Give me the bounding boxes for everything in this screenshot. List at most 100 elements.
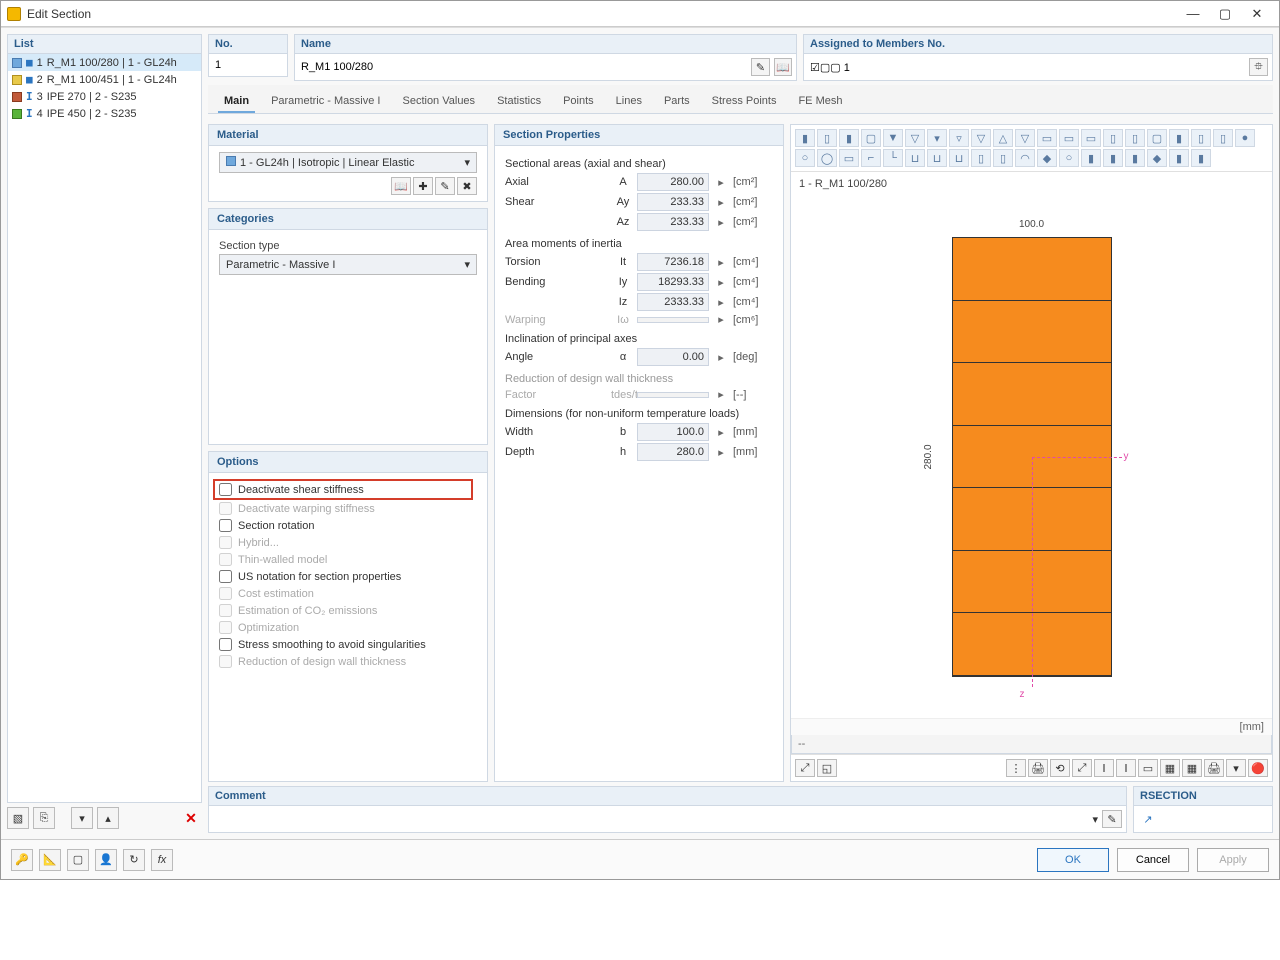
preview-tool-button[interactable]: ⟲ (1050, 759, 1070, 777)
shape-type-button[interactable]: ▯ (1103, 129, 1123, 147)
material-delete-icon[interactable]: ✖ (457, 177, 477, 195)
preview-tool-button[interactable]: ▭ (1138, 759, 1158, 777)
list-item[interactable]: I3IPE 270 | 2 - S235 (8, 88, 201, 105)
stepper-icon[interactable]: ▸ (711, 276, 731, 289)
comment-input[interactable] (213, 812, 1088, 826)
prop-value-input[interactable]: 2333.33 (637, 293, 709, 311)
name-input[interactable] (299, 60, 747, 74)
shape-type-button[interactable]: ▢ (861, 129, 881, 147)
stepper-icon[interactable]: ▸ (711, 426, 731, 439)
shape-type-button[interactable]: ▿ (949, 129, 969, 147)
prop-value-input[interactable]: 233.33 (637, 193, 709, 211)
prop-value-input[interactable]: 233.33 (637, 213, 709, 231)
material-library-icon[interactable]: 📖 (391, 177, 411, 195)
prop-value-input[interactable]: 0.00 (637, 348, 709, 366)
stepper-icon[interactable]: ▸ (711, 256, 731, 269)
preview-meta-select[interactable]: -- (791, 735, 1272, 754)
section-type-select[interactable]: Parametric - Massive I ▾ (219, 254, 477, 275)
tab-parts[interactable]: Parts (658, 91, 696, 113)
preview-tool-button[interactable]: ▾ (1226, 759, 1246, 777)
shape-type-button[interactable]: ▯ (971, 149, 991, 167)
stepper-icon[interactable]: ▸ (711, 176, 731, 189)
preview-tool-button[interactable]: 🖨 (1204, 759, 1224, 777)
copy-section-button[interactable]: ⎘ (33, 807, 55, 829)
comment-edit-icon[interactable]: ✎ (1102, 810, 1122, 828)
shape-type-button[interactable]: ● (1235, 129, 1255, 147)
tab-points[interactable]: Points (557, 91, 600, 113)
tab-fe-mesh[interactable]: FE Mesh (792, 91, 848, 113)
ok-button[interactable]: OK (1037, 848, 1109, 872)
shape-type-button[interactable]: ▾ (927, 129, 947, 147)
shape-type-button[interactable]: ▯ (817, 129, 837, 147)
option-checkbox[interactable] (219, 638, 232, 651)
cancel-button[interactable]: Cancel (1117, 848, 1189, 872)
preview-tool-button[interactable]: ⋮ (1006, 759, 1026, 777)
tab-main[interactable]: Main (218, 91, 255, 113)
assigned-input[interactable] (808, 60, 1245, 74)
option-section-rotation[interactable]: Section rotation (219, 517, 477, 534)
shape-type-button[interactable]: ▮ (1191, 149, 1211, 167)
new-section-button[interactable]: ▧ (7, 807, 29, 829)
prop-value-input[interactable]: 280.00 (637, 173, 709, 191)
preview-tool-button[interactable]: Ⅰ (1094, 759, 1114, 777)
preview-tool-button[interactable]: 🖨 (1028, 759, 1048, 777)
shape-type-button[interactable]: ▽ (905, 129, 925, 147)
help-icon[interactable]: 🔑 (11, 849, 33, 871)
zoom-region-icon[interactable]: ◱ (817, 759, 837, 777)
shape-type-button[interactable]: ▭ (1081, 129, 1101, 147)
preview-tool-button[interactable]: ▦ (1182, 759, 1202, 777)
shape-type-button[interactable]: ▮ (1169, 149, 1189, 167)
shape-type-button[interactable]: ▢ (1147, 129, 1167, 147)
shape-type-button[interactable]: △ (993, 129, 1013, 147)
shape-type-button[interactable]: └ (883, 149, 903, 167)
refresh-icon[interactable]: ↻ (123, 849, 145, 871)
shape-type-button[interactable]: ⌐ (861, 149, 881, 167)
stepper-icon[interactable]: ▸ (711, 351, 731, 364)
shape-type-button[interactable]: ▮ (795, 129, 815, 147)
preview-tool-button[interactable]: ▦ (1160, 759, 1180, 777)
shape-type-button[interactable]: ⊔ (927, 149, 947, 167)
option-checkbox[interactable] (219, 483, 232, 496)
shape-type-button[interactable]: ○ (1059, 149, 1079, 167)
rsection-open-icon[interactable]: ↗ (1138, 810, 1158, 828)
shape-type-button[interactable]: ◆ (1147, 149, 1167, 167)
prop-value-input[interactable]: 100.0 (637, 423, 709, 441)
no-input[interactable] (213, 58, 283, 72)
function-icon[interactable]: fx (151, 849, 173, 871)
material-select[interactable]: 1 - GL24h | Isotropic | Linear Elastic ▾ (219, 152, 477, 173)
library-icon[interactable]: 📖 (774, 58, 792, 76)
member-view-icon[interactable]: 👤 (95, 849, 117, 871)
shape-type-button[interactable]: ⊔ (949, 149, 969, 167)
maximize-button[interactable]: ▢ (1209, 4, 1241, 24)
shape-type-button[interactable]: ▮ (1081, 149, 1101, 167)
prop-value-input[interactable]: 7236.18 (637, 253, 709, 271)
prop-value-input[interactable]: 280.0 (637, 443, 709, 461)
tab-statistics[interactable]: Statistics (491, 91, 547, 113)
list-item[interactable]: ■1R_M1 100/280 | 1 - GL24h (8, 54, 201, 71)
shape-type-button[interactable]: ▮ (1169, 129, 1189, 147)
preview-tool-button[interactable]: Ⅰ (1116, 759, 1136, 777)
shape-type-button[interactable]: ▼ (883, 129, 903, 147)
chevron-down-icon[interactable]: ▾ (1092, 813, 1098, 826)
sort-desc-button[interactable]: ▴ (97, 807, 119, 829)
shape-type-button[interactable]: ⊔ (905, 149, 925, 167)
zoom-fit-icon[interactable]: ⤢ (795, 759, 815, 777)
shape-type-button[interactable]: ▯ (1191, 129, 1211, 147)
shape-type-button[interactable]: ▽ (1015, 129, 1035, 147)
shape-type-button[interactable]: ▭ (1037, 129, 1057, 147)
material-new-icon[interactable]: ✚ (413, 177, 433, 195)
shape-type-button[interactable]: ▭ (1059, 129, 1079, 147)
shape-type-button[interactable]: ▮ (1125, 149, 1145, 167)
pick-members-icon[interactable]: ⯐ (1249, 58, 1268, 76)
minimize-button[interactable]: — (1177, 4, 1209, 24)
option-checkbox[interactable] (219, 519, 232, 532)
sort-asc-button[interactable]: ▾ (71, 807, 93, 829)
list-item[interactable]: I4IPE 450 | 2 - S235 (8, 105, 201, 122)
option-stress-smoothing-to-avoid-singularities[interactable]: Stress smoothing to avoid singularities (219, 636, 477, 653)
shape-type-button[interactable]: ▯ (1125, 129, 1145, 147)
option-deactivate-shear-stiffness[interactable]: Deactivate shear stiffness (213, 479, 473, 500)
stepper-icon[interactable]: ▸ (711, 446, 731, 459)
option-checkbox[interactable] (219, 570, 232, 583)
shape-type-button[interactable]: ◆ (1037, 149, 1057, 167)
shape-type-button[interactable]: ▭ (839, 149, 859, 167)
